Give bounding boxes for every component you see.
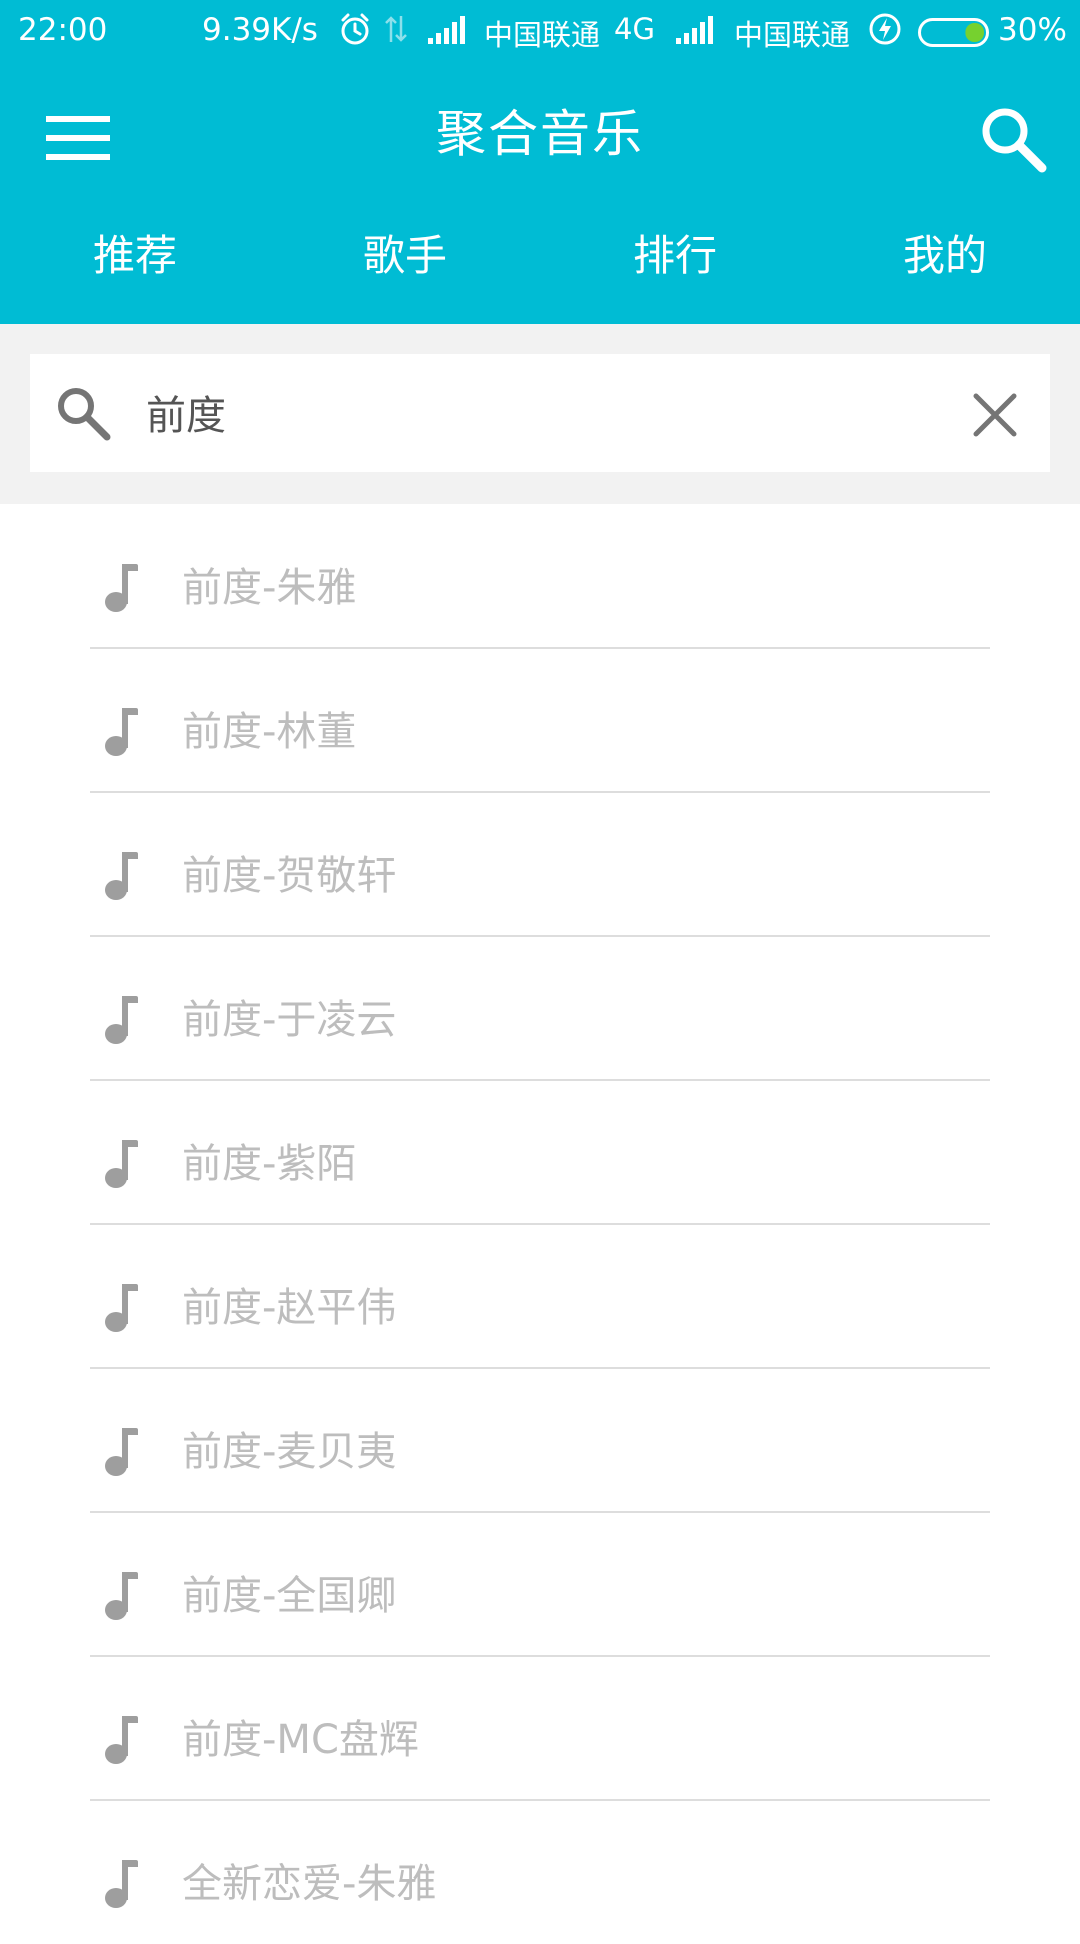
tab-mine[interactable]: 我的 [810,222,1080,283]
status-network-type: 4G [614,12,655,46]
status-carrier-2: 中国联通 [734,18,851,52]
status-bar: 22:00 9.39K/s 中国联通 4G 中国联通 30% [0,0,1080,62]
data-transfer-icon [384,14,408,52]
music-note-icon [104,992,144,1046]
search-box [30,354,1050,472]
status-time: 22:00 [18,12,108,48]
signal-icon [428,16,468,52]
list-item-label: 前度-朱雅 [182,565,357,611]
music-note-icon [104,1136,144,1190]
list-item[interactable]: 前度-紫陌 [0,1080,1080,1225]
list-item[interactable]: 前度-朱雅 [0,504,1080,649]
alarm-icon [338,12,372,54]
app-title: 聚合音乐 [436,105,644,163]
search-input[interactable] [134,372,978,452]
list-item-label: 前度-麦贝夷 [182,1429,397,1475]
search-icon[interactable] [978,104,1048,174]
close-icon[interactable] [970,390,1020,440]
music-note-icon [104,1424,144,1478]
music-note-icon [104,704,144,758]
charging-icon [868,12,902,54]
list-item[interactable]: 全新恋爱-朱雅 [0,1800,1080,1944]
music-note-icon [104,1568,144,1622]
music-note-icon [104,560,144,614]
list-item-label: 前度-紫陌 [182,1141,357,1187]
tab-bar: 推荐 歌手 排行 我的 [0,222,1080,288]
list-item[interactable]: 前度-于凌云 [0,936,1080,1081]
list-item[interactable]: 前度-贺敬轩 [0,792,1080,937]
signal-icon [676,16,716,52]
list-item-label: 前度-于凌云 [182,997,397,1043]
list-item[interactable]: 前度-赵平伟 [0,1224,1080,1369]
search-area [0,324,1080,504]
battery-icon [918,18,990,56]
tab-singers[interactable]: 歌手 [270,222,540,283]
status-network-speed: 9.39K/s [202,12,318,48]
list-item[interactable]: 前度-全国卿 [0,1512,1080,1657]
battery-percentage: 30% [998,12,1067,48]
list-item-label: 前度-MC盘辉 [182,1717,419,1763]
music-note-icon [104,848,144,902]
tab-recommend[interactable]: 推荐 [0,222,270,283]
list-item-label: 前度-赵平伟 [182,1285,397,1331]
tab-charts[interactable]: 排行 [540,222,810,283]
music-note-icon [104,1712,144,1766]
status-carrier-1: 中国联通 [484,18,601,52]
list-item-label: 前度-全国卿 [182,1573,397,1619]
music-note-icon [104,1856,144,1910]
list-item-label: 前度-林董 [182,709,357,755]
music-note-icon [104,1280,144,1334]
list-item[interactable]: 前度-MC盘辉 [0,1656,1080,1801]
list-item-label: 全新恋爱-朱雅 [182,1861,437,1907]
search-icon [54,384,112,442]
list-item[interactable]: 前度-麦贝夷 [0,1368,1080,1513]
list-item-label: 前度-贺敬轩 [182,853,397,899]
list-item[interactable]: 前度-林董 [0,648,1080,793]
